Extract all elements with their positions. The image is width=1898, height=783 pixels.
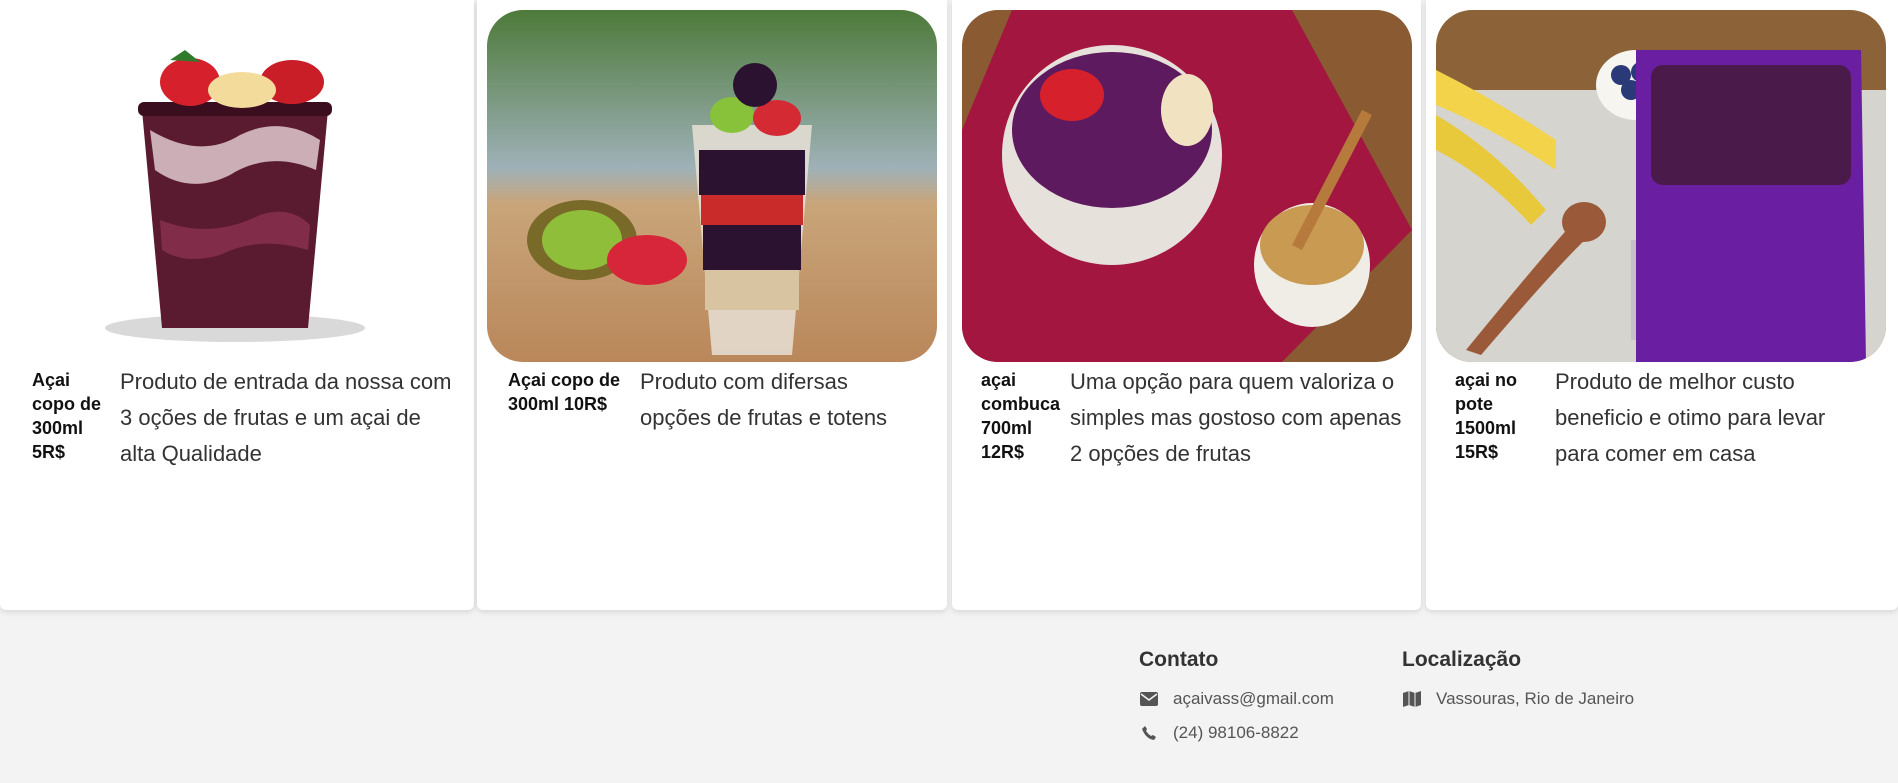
contact-heading: Contato (1139, 648, 1219, 671)
product-card[interactable]: açai no pote 1500ml 15R$ Produto de melh… (1426, 0, 1898, 610)
location-heading: Localização (1402, 648, 1522, 671)
product-cards: Açai copo de 300ml 5R$ Produto de entrad… (0, 0, 1898, 610)
acai-cup-image (10, 10, 460, 362)
product-image (1436, 10, 1886, 362)
product-card[interactable]: açai combuca 700ml 12R$ Uma opção para q… (952, 0, 1421, 610)
contact-email-row[interactable]: açaivass@gmail.com (1139, 682, 1334, 716)
acai-tub-image (1436, 10, 1886, 362)
envelope-icon (1139, 689, 1159, 709)
product-image (962, 10, 1412, 362)
footer-contact: Contato açaivass@gmail.com (24) 98106-88… (1139, 648, 1334, 750)
product-title: Açai copo de 300ml 10R$ (508, 370, 621, 414)
contact-phone[interactable]: (24) 98106-8822 (1173, 723, 1299, 743)
acai-parfait-image (487, 10, 937, 362)
location-address: Vassouras, Rio de Janeiro (1436, 689, 1635, 708)
map-icon (1402, 689, 1422, 709)
product-image (10, 10, 460, 362)
product-card[interactable]: Açai copo de 300ml 10R$ Produto com dife… (477, 0, 947, 610)
product-image (487, 10, 937, 362)
footer-location: Localização Vassouras, Rio de Janeiro (1402, 648, 1634, 716)
site-footer: Contato açaivass@gmail.com (24) 98106-88… (0, 618, 1898, 783)
product-description: Produto de melhor custo beneficio e otim… (1555, 369, 1826, 466)
phone-icon (1139, 723, 1159, 743)
acai-bowl-image (962, 10, 1412, 362)
contact-phone-row[interactable]: (24) 98106-8822 (1139, 716, 1334, 750)
product-description: Produto de entrada da nossa com 3 oções … (120, 369, 452, 466)
product-title: açai no pote 1500ml 15R$ (1455, 370, 1518, 462)
product-description: Uma opção para quem valoriza o simples m… (1070, 369, 1402, 466)
product-description: Produto com difersas opções de frutas e … (640, 369, 888, 430)
product-title: açai combuca 700ml 12R$ (981, 370, 1061, 462)
location-row: Vassouras, Rio de Janeiro (1402, 682, 1634, 716)
product-title: Açai copo de 300ml 5R$ (32, 370, 102, 462)
product-card[interactable]: Açai copo de 300ml 5R$ Produto de entrad… (0, 0, 474, 610)
contact-email[interactable]: açaivass@gmail.com (1173, 689, 1334, 709)
